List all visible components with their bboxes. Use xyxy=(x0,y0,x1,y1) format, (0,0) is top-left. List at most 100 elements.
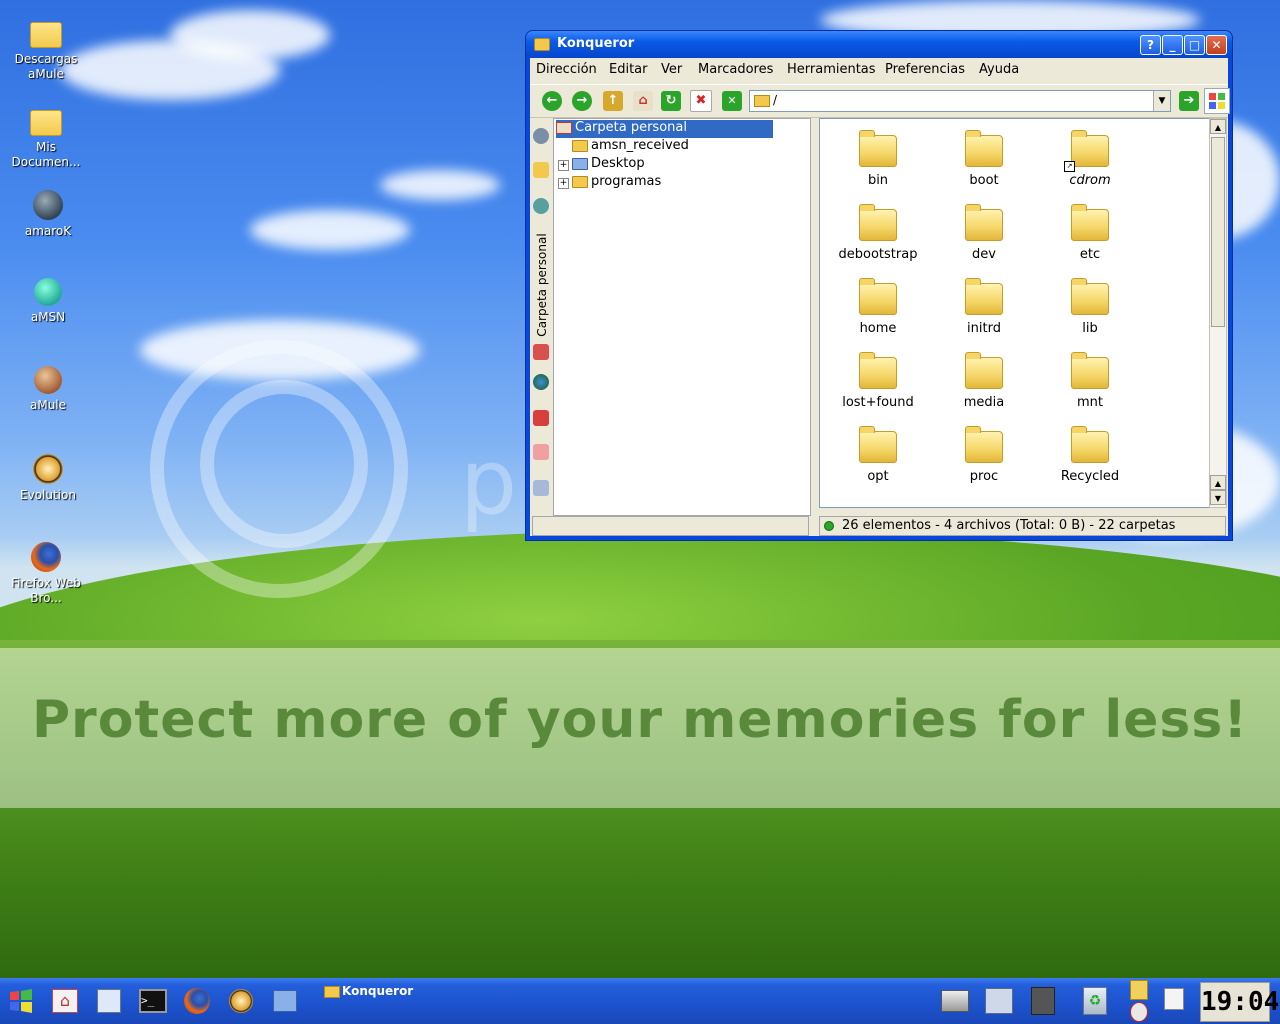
up-button[interactable]: ↑ xyxy=(601,89,625,113)
tree-item-amsn-received[interactable]: amsn_received xyxy=(572,138,689,156)
quicklaunch-desktop[interactable] xyxy=(270,986,300,1016)
menu-preferencias[interactable]: Preferencias xyxy=(885,62,965,77)
file-icon-view: bin boot ↗ cdrom debootstrap dev etc home… xyxy=(819,118,1210,508)
desktop-icon-label: amaroK xyxy=(24,224,72,238)
file-item-boot[interactable]: boot xyxy=(932,125,1036,199)
desktop-icon-firefox[interactable]: Firefox Web Bro... xyxy=(0,542,92,606)
tree-item-desktop[interactable]: Desktop xyxy=(572,156,645,174)
file-item-recycled[interactable]: Recycled xyxy=(1038,421,1142,495)
file-item-dev[interactable]: dev xyxy=(932,199,1036,273)
minimize-button[interactable]: _ xyxy=(1162,35,1183,55)
amule-icon xyxy=(34,366,62,394)
printer-icon xyxy=(941,990,969,1012)
file-name: boot xyxy=(969,173,999,188)
quicklaunch-evolution[interactable] xyxy=(226,986,256,1016)
scroll-up-button-lower[interactable]: ▲ xyxy=(1210,475,1226,490)
file-item-lib[interactable]: lib xyxy=(1038,273,1142,347)
file-item-bin[interactable]: bin xyxy=(826,125,930,199)
file-item-opt[interactable]: opt xyxy=(826,421,930,495)
expand-desktop-toggle[interactable]: + xyxy=(558,160,569,171)
menu-ver[interactable]: Ver xyxy=(661,62,682,77)
media-tab-icon[interactable] xyxy=(533,480,549,496)
menu-editar[interactable]: Editar xyxy=(609,62,648,77)
location-dropdown-button[interactable]: ▼ xyxy=(1153,91,1170,111)
taskbar-button-konqueror[interactable]: Konqueror xyxy=(318,980,598,1018)
desktop-icon-amule[interactable]: aMule xyxy=(2,366,94,413)
firefox-icon xyxy=(184,988,210,1014)
tree-item-programas[interactable]: programas xyxy=(572,174,661,192)
quicklaunch-home[interactable]: ⌂ xyxy=(50,986,80,1016)
help-button[interactable]: ? xyxy=(1140,35,1161,55)
file-item-initrd[interactable]: initrd xyxy=(932,273,1036,347)
scrollbar-thumb[interactable] xyxy=(1211,137,1225,327)
windows-logo-icon xyxy=(1204,88,1230,114)
menu-ayuda[interactable]: Ayuda xyxy=(979,62,1019,77)
scroll-down-button[interactable]: ▼ xyxy=(1210,490,1226,505)
quicklaunch-firefox[interactable] xyxy=(182,986,212,1016)
quicklaunch-editor[interactable] xyxy=(94,986,124,1016)
folder-icon xyxy=(965,204,1003,241)
bookmarks-tab-icon[interactable] xyxy=(533,162,549,178)
menu-direccion[interactable]: Dirección xyxy=(536,62,597,77)
desktop-icon-evolution[interactable]: Evolution xyxy=(2,454,94,503)
file-item-etc[interactable]: etc xyxy=(1038,199,1142,273)
file-item-mnt[interactable]: mnt xyxy=(1038,347,1142,421)
power-icon[interactable] xyxy=(1130,1002,1148,1022)
sidebar-tab-home[interactable]: Carpeta personal xyxy=(530,228,552,348)
printer-applet[interactable] xyxy=(940,986,970,1016)
menubar: Dirección Editar Ver Marcadores Herramie… xyxy=(530,58,1228,82)
tree-item-carpeta-personal[interactable]: Carpeta personal xyxy=(556,120,773,138)
home-button[interactable]: ⌂ xyxy=(631,89,655,113)
reload-button[interactable]: ↻ xyxy=(659,89,683,113)
expand-programas-toggle[interactable]: + xyxy=(558,178,569,189)
clear-location-button[interactable]: ✕ xyxy=(720,89,744,113)
location-input[interactable]: / ▼ xyxy=(749,90,1171,112)
network-tab-icon[interactable] xyxy=(533,198,549,214)
file-name: cdrom xyxy=(1069,173,1111,188)
vertical-scrollbar[interactable]: ▲ ▲ ▼ xyxy=(1209,118,1227,508)
klipper-icon[interactable] xyxy=(1164,988,1184,1010)
desktop-icon-descargas-amule[interactable]: Descargas aMule xyxy=(0,16,92,82)
go-button[interactable]: ➔ xyxy=(1179,91,1199,111)
evolution-icon xyxy=(229,989,253,1013)
menu-herramientas[interactable]: Herramientas xyxy=(787,62,876,77)
amarok-icon xyxy=(33,190,63,220)
quicklaunch-terminal[interactable]: >_ xyxy=(138,986,168,1016)
panel-splitter[interactable] xyxy=(811,118,819,514)
desktop-icon-amarok[interactable]: amaroK xyxy=(2,190,94,239)
folder-icon xyxy=(965,278,1003,315)
windows-flag-icon xyxy=(10,989,32,1013)
lock-icon[interactable] xyxy=(1130,980,1148,1000)
back-button[interactable]: ← xyxy=(540,89,564,113)
history-tab-icon[interactable] xyxy=(533,128,549,144)
stop-button[interactable]: ✖ xyxy=(689,89,713,113)
file-item-proc[interactable]: proc xyxy=(932,421,1036,495)
calculator-applet[interactable] xyxy=(1028,986,1058,1016)
close-button[interactable]: ✕ xyxy=(1206,35,1227,55)
file-item-debootstrap[interactable]: debootstrap xyxy=(826,199,930,273)
services-tab-icon[interactable] xyxy=(533,410,549,426)
scroll-up-button[interactable]: ▲ xyxy=(1210,119,1226,134)
start-menu-button[interactable] xyxy=(6,986,36,1016)
taskbar: ⌂ >_ Konqueror ♻ 19:04 xyxy=(0,978,1280,1024)
konqueror-window: Konqueror ? _ □ ✕ Dirección Editar Ver M… xyxy=(526,31,1232,540)
desktop-icon-mis-documentos[interactable]: Mis Documen... xyxy=(0,104,92,170)
forward-button[interactable]: → xyxy=(570,89,594,113)
home-tab-icon[interactable] xyxy=(533,344,549,360)
network-applet[interactable] xyxy=(984,986,1014,1016)
file-item-lost-found[interactable]: lost+found xyxy=(826,347,930,421)
file-item-cdrom[interactable]: ↗ cdrom xyxy=(1038,125,1142,199)
folder-tree: Carpeta personal amsn_received + Desktop… xyxy=(553,118,811,516)
devices-tab-icon[interactable] xyxy=(533,444,549,460)
menu-marcadores[interactable]: Marcadores xyxy=(698,62,773,77)
recycle-bin-applet[interactable]: ♻ xyxy=(1080,986,1110,1016)
maximize-button[interactable]: □ xyxy=(1184,35,1205,55)
globe-tab-icon[interactable] xyxy=(533,374,549,390)
desktop-icon-amsn[interactable]: aMSN xyxy=(2,278,94,325)
taskbar-clock[interactable]: 19:04 xyxy=(1200,982,1279,1022)
window-titlebar[interactable]: Konqueror ? _ □ ✕ xyxy=(526,31,1232,58)
file-item-media[interactable]: media xyxy=(932,347,1036,421)
statusbar: 26 elementos - 4 archivos (Total: 0 B) -… xyxy=(819,516,1226,536)
file-item-home[interactable]: home xyxy=(826,273,930,347)
folder-up-icon: ↑ xyxy=(603,91,623,111)
